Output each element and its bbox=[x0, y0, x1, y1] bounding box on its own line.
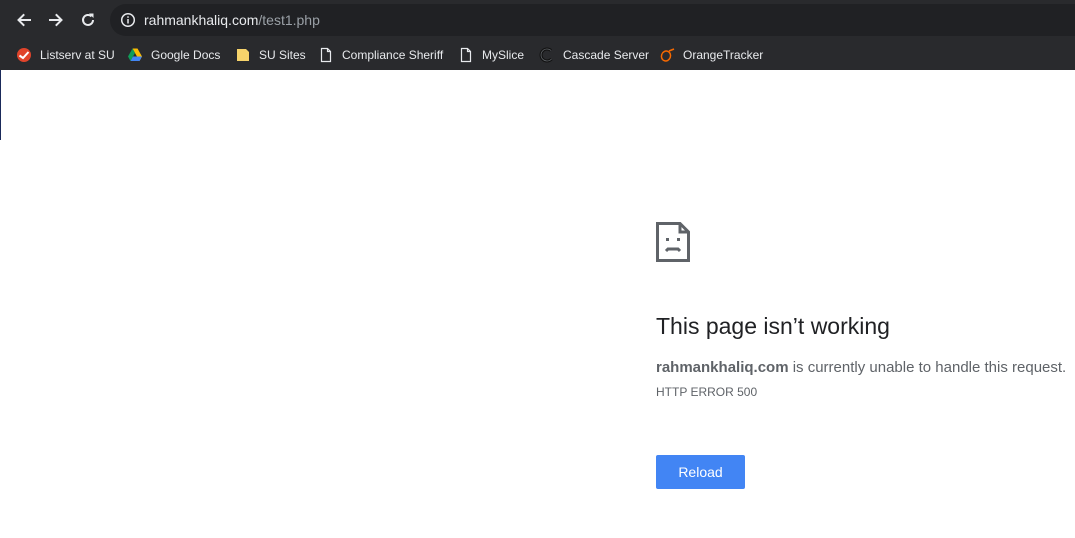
bookmark-listserv[interactable]: Listserv at SU bbox=[16, 44, 115, 66]
reload-page-button[interactable] bbox=[76, 8, 100, 32]
bookmark-label: OrangeTracker bbox=[683, 48, 764, 62]
bookmark-label: Listserv at SU bbox=[40, 48, 115, 62]
sad-page-icon bbox=[656, 222, 690, 262]
window-edge bbox=[0, 70, 1, 140]
bookmark-label: SU Sites bbox=[259, 48, 306, 62]
bookmark-cascade-server[interactable]: Cascade Server bbox=[539, 44, 649, 66]
back-arrow-icon bbox=[17, 13, 31, 27]
folder-icon bbox=[237, 49, 249, 61]
cascade-icon bbox=[539, 47, 553, 63]
address-bar[interactable]: rahmankhaliq.com/test1.php bbox=[110, 4, 1075, 36]
url-path: /test1.php bbox=[258, 12, 320, 28]
bookmark-myslice[interactable]: MySlice bbox=[458, 44, 524, 66]
error-code: HTTP ERROR 500 bbox=[656, 385, 758, 399]
bookmark-label: Compliance Sheriff bbox=[342, 48, 444, 62]
reload-icon bbox=[82, 13, 94, 26]
bookmark-google-docs[interactable]: Google Docs bbox=[127, 44, 220, 66]
bookmark-label: MySlice bbox=[482, 48, 525, 62]
error-title: This page isn’t working bbox=[656, 313, 890, 339]
reload-button[interactable]: Reload bbox=[656, 455, 745, 489]
info-icon[interactable] bbox=[120, 12, 136, 28]
bookmark-compliance-sheriff[interactable]: Compliance Sheriff bbox=[318, 44, 443, 66]
error-host: rahmankhaliq.com bbox=[656, 359, 789, 376]
url-text[interactable]: rahmankhaliq.com/test1.php bbox=[144, 11, 320, 29]
forward-button[interactable] bbox=[44, 8, 68, 32]
bookmark-label: Google Docs bbox=[151, 48, 221, 62]
browser-chrome: rahmankhaliq.com/test1.php Listserv at S… bbox=[0, 0, 1075, 70]
bookmarks-bar: Listserv at SU Google Docs SU Sites Comp… bbox=[0, 40, 1075, 70]
back-button[interactable] bbox=[12, 8, 36, 32]
forward-arrow-icon bbox=[49, 13, 63, 27]
google-drive-icon bbox=[128, 48, 142, 61]
bookmark-su-sites[interactable]: SU Sites bbox=[235, 44, 306, 66]
bookmark-label: Cascade Server bbox=[563, 48, 650, 62]
url-host: rahmankhaliq.com bbox=[144, 12, 259, 28]
page-icon bbox=[460, 47, 472, 63]
browser-toolbar: rahmankhaliq.com/test1.php bbox=[0, 0, 1075, 40]
error-message: is currently unable to handle this reque… bbox=[788, 359, 1067, 376]
bookmark-orangetracker[interactable]: OrangeTracker bbox=[659, 44, 763, 66]
page-icon bbox=[320, 47, 332, 63]
listserv-icon bbox=[17, 48, 31, 62]
orangetracker-icon bbox=[660, 48, 675, 62]
error-description: rahmankhaliq.com is currently unable to … bbox=[656, 358, 1066, 378]
